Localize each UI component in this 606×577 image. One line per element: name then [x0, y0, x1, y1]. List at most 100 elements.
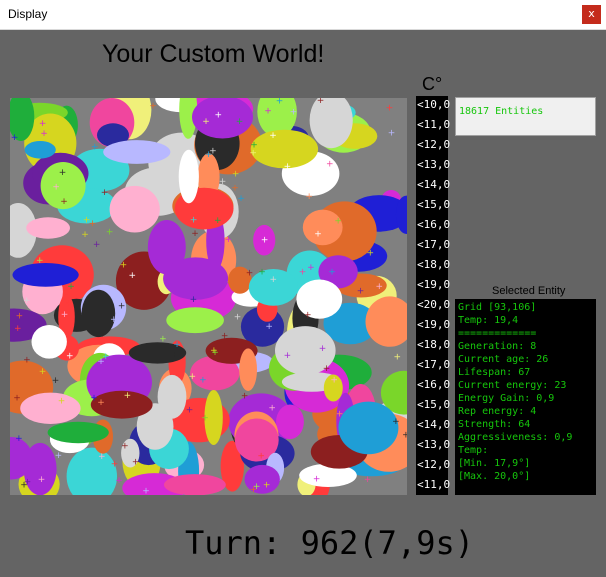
entity-colony: [20, 392, 81, 424]
entity-marker: +: [129, 271, 137, 281]
entity-marker: +: [219, 177, 227, 187]
entity-marker: +: [236, 117, 244, 127]
entity-marker: +: [357, 286, 365, 296]
temperature-tick: <14,0: [417, 178, 451, 191]
entity-marker: +: [110, 315, 118, 325]
temperature-tick: <10,0: [417, 98, 451, 111]
entity-marker: +: [364, 475, 372, 485]
entity-colony: [26, 217, 71, 239]
entity-marker: +: [231, 184, 239, 194]
entity-marker: +: [201, 414, 209, 424]
entity-marker: +: [15, 434, 23, 444]
entity-marker: +: [386, 104, 394, 114]
entity-marker: +: [98, 452, 106, 462]
temperature-tick: <16,0: [417, 378, 451, 391]
entity-colony: [166, 307, 224, 334]
entity-colony: [66, 447, 117, 495]
entity-colony: [276, 404, 304, 440]
temperature-tick: <16,0: [417, 218, 451, 231]
entity-marker: +: [58, 397, 66, 407]
entity-marker: +: [326, 160, 334, 170]
entity-marker: +: [257, 452, 265, 462]
entity-marker: +: [234, 313, 242, 323]
page-title: Your Custom World!: [102, 40, 325, 68]
entity-marker: +: [52, 376, 60, 386]
selected-entity-label: Selected Entity: [492, 285, 566, 297]
entity-marker: +: [149, 101, 157, 111]
entity-marker: +: [67, 282, 75, 292]
entity-count-box: 18617 Entities: [455, 97, 596, 136]
entity-marker: +: [261, 236, 269, 246]
entity-marker: +: [61, 310, 69, 320]
temperature-tick: <17,0: [417, 358, 451, 371]
temperature-tick: <18,0: [417, 258, 451, 271]
temperature-tick: <15,0: [417, 398, 451, 411]
window-titlebar: Display x: [0, 0, 606, 30]
entity-marker: +: [124, 391, 132, 401]
entity-marker: +: [13, 394, 21, 404]
entity-stat-line: Current age: 26: [458, 354, 549, 365]
entity-marker: +: [290, 107, 298, 117]
entity-marker: +: [199, 375, 207, 385]
entity-marker: +: [316, 488, 324, 495]
entity-marker: +: [120, 260, 128, 270]
entity-marker: +: [402, 430, 407, 440]
entity-colony: [302, 209, 343, 246]
entity-marker: +: [313, 475, 321, 485]
entity-marker: +: [90, 394, 98, 404]
entity-marker: +: [132, 457, 140, 467]
entity-stat-line: Rep energy: 4: [458, 406, 537, 417]
entity-marker: +: [367, 249, 375, 259]
entity-marker: +: [190, 295, 198, 305]
entity-marker: +: [115, 476, 123, 486]
entity-stat-line: Generation: 8: [458, 341, 537, 352]
entity-marker: +: [171, 351, 179, 361]
entity-marker: +: [305, 192, 313, 202]
entity-stat-line: Grid [93,106]: [458, 302, 537, 313]
temperature-scale: <10,0 <11,0 <12,0 <13,0 <14,0 <15,0 <16,…: [416, 96, 451, 495]
entity-marker: +: [330, 375, 338, 385]
entity-marker: +: [23, 355, 31, 365]
temperature-tick: <12,0: [417, 458, 451, 471]
entity-stat-line: =============: [458, 328, 537, 339]
temperature-tick: <19,0: [417, 318, 451, 331]
turn-counter: Turn: 962(7,9s): [185, 524, 474, 562]
entity-marker: +: [24, 478, 32, 488]
entity-marker: +: [336, 409, 344, 419]
entity-marker: +: [317, 98, 325, 106]
world-canvas[interactable]: + + + + + + + + + + + + + + + + + + + + + + + + + + + + + + + + + + + + + + + +…: [10, 98, 407, 495]
entity-marker: +: [388, 129, 396, 139]
entity-marker: +: [52, 183, 60, 193]
temperature-tick: <19,0: [417, 278, 451, 291]
entity-marker: +: [265, 322, 273, 332]
entity-marker: +: [55, 451, 63, 461]
world-grid[interactable]: + + + + + + + + + + + + + + + + + + + + + + + + + + + + + + + + + + + + + + + +…: [10, 98, 407, 495]
entity-colony: [24, 141, 56, 159]
entity-marker: +: [111, 459, 119, 469]
entity-marker: +: [99, 330, 107, 340]
entity-stat-line: Energy Gain: 0,9: [458, 393, 555, 404]
entity-marker: +: [11, 133, 19, 143]
entity-colony: [163, 257, 229, 300]
selected-entity-panel: Grid [93,106] Temp: 19,4 ============= G…: [455, 299, 596, 495]
entity-marker: +: [93, 240, 101, 250]
entity-marker: +: [189, 372, 197, 382]
temperature-unit-label: C°: [422, 74, 443, 94]
entity-colony: [239, 348, 257, 391]
entity-marker: +: [173, 340, 181, 350]
entity-marker: +: [250, 485, 258, 495]
entity-marker: +: [334, 216, 342, 226]
entity-marker: +: [320, 137, 328, 147]
entity-marker: +: [263, 481, 271, 491]
entity-marker: +: [118, 302, 126, 312]
entity-marker: +: [97, 398, 105, 408]
entity-marker: +: [232, 169, 240, 179]
entity-marker: +: [36, 161, 44, 171]
entity-marker: +: [209, 147, 217, 157]
entity-marker: +: [319, 344, 327, 354]
entity-marker: +: [16, 312, 24, 322]
entity-marker: +: [186, 406, 194, 416]
close-button[interactable]: x: [582, 5, 601, 24]
entity-stat-line: Temp:: [458, 445, 489, 456]
temperature-tick: <13,0: [417, 438, 451, 451]
